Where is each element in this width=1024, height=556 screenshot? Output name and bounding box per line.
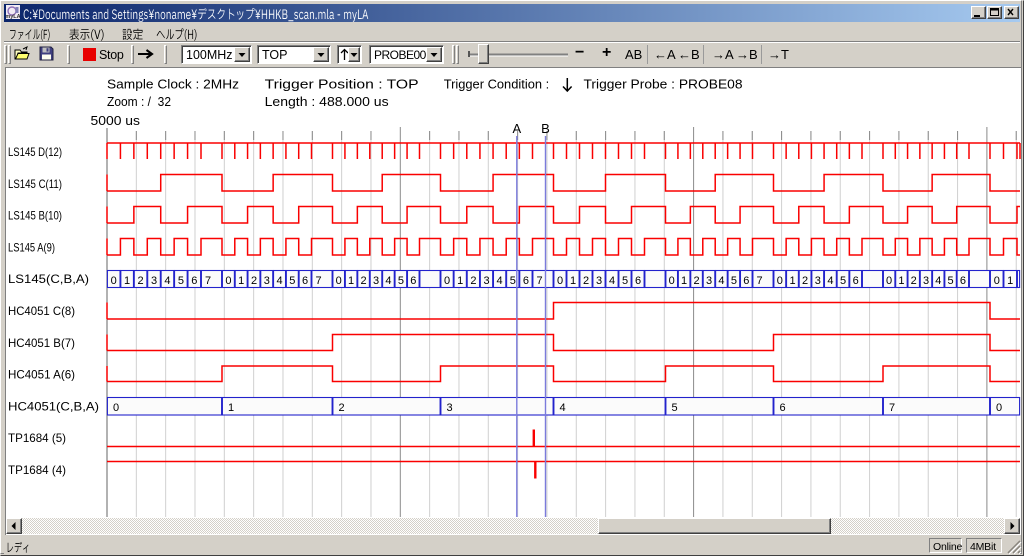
svg-text:LS145 D(12): LS145 D(12) [8,145,62,159]
svg-text:A: A [512,121,521,136]
svg-text:LS145(C,B,A): LS145(C,B,A) [8,272,89,286]
svg-text:0: 0 [111,275,117,287]
svg-text:7: 7 [756,275,762,287]
svg-text:Trigger Condition :: Trigger Condition : [444,77,550,92]
svg-text:B: B [541,121,550,136]
svg-text:1: 1 [348,275,354,287]
svg-text:5: 5 [672,402,678,414]
svg-text:6: 6 [743,275,749,287]
svg-text:6: 6 [960,275,966,287]
svg-text:1: 1 [681,275,687,287]
svg-text:3: 3 [815,275,821,287]
svg-text:2: 2 [694,275,700,287]
svg-text:0: 0 [886,275,892,287]
svg-text:1: 1 [789,275,795,287]
svg-text:2: 2 [470,275,476,287]
svg-text:2: 2 [802,275,808,287]
svg-text:LS145 B(10): LS145 B(10) [8,209,62,223]
svg-text:4: 4 [718,275,724,287]
svg-text:7: 7 [536,275,542,287]
svg-text:4: 4 [385,275,391,287]
svg-text:1: 1 [1007,275,1013,287]
svg-text:2: 2 [911,275,917,287]
svg-text:2: 2 [339,402,345,414]
svg-text:LS145 A(9): LS145 A(9) [8,240,55,254]
svg-text:6: 6 [853,275,859,287]
svg-text:HC4051(C,B,A): HC4051(C,B,A) [8,399,99,413]
svg-text:5: 5 [948,275,954,287]
svg-text:Trigger Probe : PROBE08: Trigger Probe : PROBE08 [584,77,743,92]
svg-text:3: 3 [923,275,929,287]
svg-text:4: 4 [935,275,941,287]
svg-text:3: 3 [373,275,379,287]
svg-text:4: 4 [497,275,503,287]
svg-text:LS145 C(11): LS145 C(11) [8,177,62,191]
svg-text:TP1684 (4): TP1684 (4) [8,463,66,477]
svg-text:0: 0 [996,402,1002,414]
svg-text:0: 0 [557,275,563,287]
svg-text:2: 2 [583,275,589,287]
svg-text:0: 0 [777,275,783,287]
svg-text:7: 7 [889,402,895,414]
svg-text:3: 3 [151,275,157,287]
svg-text:6: 6 [780,402,786,414]
svg-text:1: 1 [238,275,244,287]
svg-text:5: 5 [622,275,628,287]
svg-text:HC4051 A(6): HC4051 A(6) [8,368,75,382]
svg-text:Length : 488.000 us: Length : 488.000 us [265,94,390,109]
svg-text:6: 6 [410,275,416,287]
svg-text:HC4051 B(7): HC4051 B(7) [8,336,75,350]
svg-text:1: 1 [124,275,130,287]
svg-text:0: 0 [113,402,119,414]
svg-text:5000 us: 5000 us [91,113,141,128]
svg-text:2: 2 [138,275,144,287]
svg-text:1: 1 [570,275,576,287]
svg-text:4: 4 [827,275,833,287]
svg-text:5: 5 [398,275,404,287]
svg-text:6: 6 [523,275,529,287]
svg-text:TP1684 (5): TP1684 (5) [8,431,66,445]
svg-text:1: 1 [457,275,463,287]
svg-text:6: 6 [635,275,641,287]
svg-text:2: 2 [251,275,257,287]
svg-text:HC4051 C(8): HC4051 C(8) [8,304,75,318]
svg-text:4: 4 [609,275,615,287]
svg-text:0: 0 [225,275,231,287]
svg-text:3: 3 [596,275,602,287]
svg-text:0: 0 [444,275,450,287]
svg-text:7: 7 [205,275,211,287]
svg-text:5: 5 [289,275,295,287]
svg-text:4: 4 [164,275,170,287]
svg-text:Trigger Position : TOP: Trigger Position : TOP [265,77,419,92]
svg-text:5: 5 [510,275,516,287]
svg-text:0: 0 [994,275,1000,287]
svg-text:7: 7 [315,275,321,287]
svg-text:4: 4 [276,275,282,287]
svg-text:3: 3 [447,402,453,414]
svg-text:4: 4 [560,402,566,414]
svg-text:0: 0 [669,275,675,287]
svg-text:5: 5 [840,275,846,287]
svg-text:2: 2 [361,275,367,287]
svg-text:Zoom : / 32: Zoom : / 32 [107,94,171,109]
svg-text:3: 3 [483,275,489,287]
svg-text:1: 1 [898,275,904,287]
svg-text:1: 1 [228,402,234,414]
svg-text:3: 3 [264,275,270,287]
svg-text:Sample Clock : 2MHz: Sample Clock : 2MHz [107,77,239,92]
svg-text:0: 0 [336,275,342,287]
svg-text:5: 5 [178,275,184,287]
svg-text:6: 6 [191,275,197,287]
svg-text:6: 6 [302,275,308,287]
svg-text:5: 5 [731,275,737,287]
svg-text:3: 3 [706,275,712,287]
